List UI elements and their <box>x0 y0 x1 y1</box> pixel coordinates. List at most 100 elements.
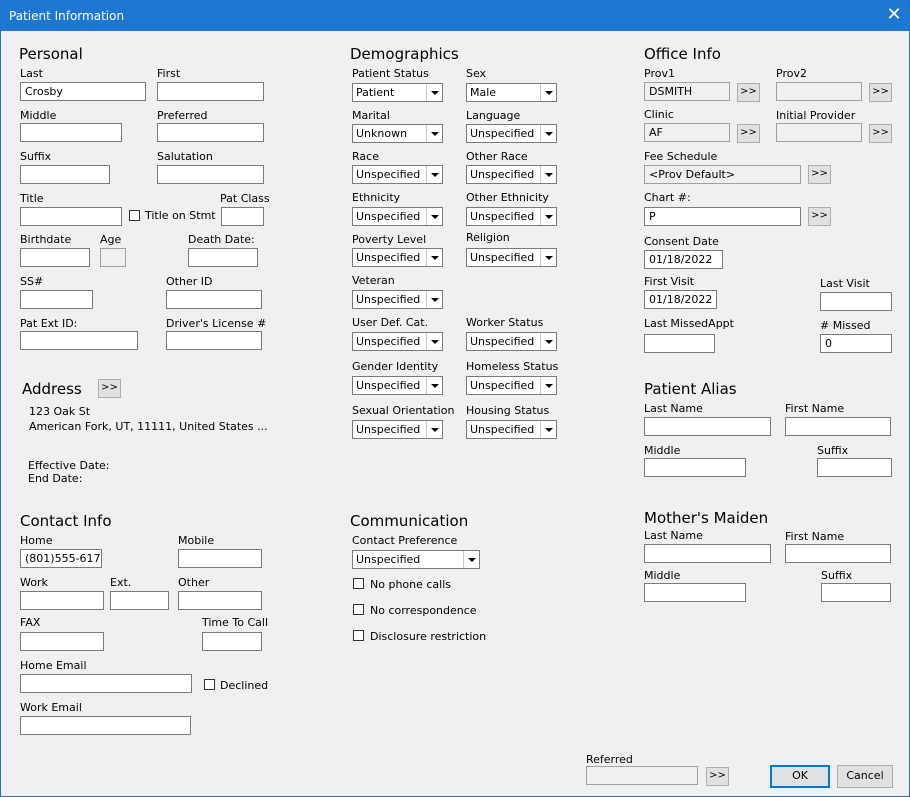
disclosure-restriction-checkbox[interactable] <box>353 630 364 641</box>
alias-first-name-input[interactable] <box>785 417 891 436</box>
referred-select-button[interactable]: >> <box>706 767 729 786</box>
other-id-input[interactable] <box>166 290 262 309</box>
initial-provider-label: Initial Provider <box>776 109 856 122</box>
pat-class-input[interactable] <box>221 207 264 226</box>
race-dropdown[interactable]: Unspecified <box>352 165 443 184</box>
last-missed-appt-input[interactable] <box>644 334 715 353</box>
title-input[interactable] <box>20 207 122 226</box>
time-to-call-input[interactable] <box>202 632 262 651</box>
mothers-maiden-heading: Mother's Maiden <box>644 509 769 527</box>
age-label: Age <box>100 233 122 246</box>
address-more-button[interactable]: >> <box>98 379 121 398</box>
contact-preference-dropdown[interactable]: Unspecified <box>352 550 480 569</box>
consent-date-input[interactable]: 01/18/2022 <box>644 250 723 269</box>
chart-number-input[interactable]: P <box>644 207 801 226</box>
maiden-first-name-input[interactable] <box>785 544 891 563</box>
salutation-input[interactable] <box>157 165 264 184</box>
maiden-last-name-label: Last Name <box>644 529 703 542</box>
preferred-name-input[interactable] <box>157 123 264 142</box>
prov1-field: DSMITH <box>644 82 730 101</box>
fee-schedule-select-button[interactable]: >> <box>808 165 831 184</box>
email-declined-checkbox[interactable] <box>204 679 215 690</box>
work-phone-input[interactable] <box>20 591 104 610</box>
last-visit-input[interactable] <box>820 292 892 311</box>
home-phone-input[interactable]: (801)555-6177 <box>20 549 102 568</box>
ssn-input[interactable] <box>20 290 93 309</box>
birthdate-label: Birthdate <box>20 233 72 246</box>
housing-status-dropdown[interactable]: Unspecified <box>466 420 557 439</box>
other-phone-input[interactable] <box>178 591 262 610</box>
middle-name-input[interactable] <box>20 123 122 142</box>
age-field <box>100 248 126 267</box>
first-visit-input[interactable]: 01/18/2022 <box>644 290 717 309</box>
no-correspondence-checkbox[interactable] <box>353 604 364 615</box>
alias-suffix-input[interactable] <box>817 458 892 477</box>
maiden-suffix-input[interactable] <box>821 583 891 602</box>
work-email-input[interactable] <box>20 716 191 735</box>
prov1-select-button[interactable]: >> <box>737 83 760 102</box>
religion-dropdown[interactable]: Unspecified <box>466 248 557 267</box>
other-race-dropdown[interactable]: Unspecified <box>466 165 557 184</box>
alias-middle-input[interactable] <box>644 458 746 477</box>
alias-last-name-input[interactable] <box>644 417 771 436</box>
poverty-level-dropdown[interactable]: Unspecified <box>352 248 443 267</box>
suffix-input[interactable] <box>20 165 110 184</box>
declined-label: Declined <box>220 679 269 692</box>
address-line1: 123 Oak St <box>29 405 91 418</box>
gender-identity-dropdown[interactable]: Unspecified <box>352 376 443 395</box>
prov2-select-button[interactable]: >> <box>869 83 892 102</box>
no-phone-calls-label: No phone calls <box>370 578 452 591</box>
maiden-last-name-input[interactable] <box>644 544 771 563</box>
birthdate-input[interactable] <box>20 248 90 267</box>
clinic-label: Clinic <box>644 108 674 121</box>
missed-count-label: # Missed <box>820 319 871 332</box>
chevron-down-icon <box>540 125 556 142</box>
chevron-down-icon <box>540 166 556 183</box>
sexual-orientation-dropdown[interactable]: Unspecified <box>352 420 443 439</box>
patient-status-dropdown[interactable]: Patient <box>352 83 443 102</box>
maiden-first-name-label: First Name <box>785 530 845 543</box>
missed-count-input[interactable]: 0 <box>820 334 892 353</box>
salutation-label: Salutation <box>157 150 213 163</box>
veteran-dropdown[interactable]: Unspecified <box>352 290 443 309</box>
first-name-input[interactable] <box>157 82 264 101</box>
worker-status-dropdown[interactable]: Unspecified <box>466 332 557 351</box>
fax-input[interactable] <box>20 632 104 651</box>
chart-number-button[interactable]: >> <box>808 207 831 226</box>
ok-button[interactable]: OK <box>770 765 830 788</box>
chevron-down-icon <box>426 208 442 225</box>
chart-number-label: Chart #: <box>644 191 691 204</box>
disclosure-restriction-label: Disclosure restriction <box>370 630 487 643</box>
homeless-status-label: Homeless Status <box>466 360 559 373</box>
homeless-status-dropdown[interactable]: Unspecified <box>466 376 557 395</box>
close-icon[interactable]: ✕ <box>879 1 909 31</box>
ext-input[interactable] <box>110 591 169 610</box>
maiden-middle-input[interactable] <box>644 583 746 602</box>
mobile-input[interactable] <box>178 549 262 568</box>
worker-status-label: Worker Status <box>466 316 544 329</box>
cancel-button[interactable]: Cancel <box>837 765 893 788</box>
prov1-label: Prov1 <box>644 67 675 80</box>
alias-first-name-label: First Name <box>785 402 845 415</box>
home-email-label: Home Email <box>20 659 87 672</box>
other-ethnicity-dropdown[interactable]: Unspecified <box>466 207 557 226</box>
ethnicity-dropdown[interactable]: Unspecified <box>352 207 443 226</box>
chevron-down-icon <box>426 249 442 266</box>
language-dropdown[interactable]: Unspecified <box>466 124 557 143</box>
pat-ext-id-input[interactable] <box>20 331 138 350</box>
title-on-stmt-checkbox[interactable] <box>129 210 140 221</box>
home-email-input[interactable] <box>20 674 192 693</box>
death-date-input[interactable] <box>188 248 258 267</box>
marital-label: Marital <box>352 109 390 122</box>
clinic-select-button[interactable]: >> <box>737 124 760 143</box>
last-name-input[interactable]: Crosby <box>20 82 146 101</box>
ssn-label: SS# <box>20 275 44 288</box>
sex-dropdown[interactable]: Male <box>466 83 557 102</box>
prov2-field <box>776 82 862 101</box>
drivers-license-input[interactable] <box>166 331 262 350</box>
user-def-cat-dropdown[interactable]: Unspecified <box>352 332 443 351</box>
ethnicity-label: Ethnicity <box>352 191 401 204</box>
marital-dropdown[interactable]: Unknown <box>352 124 443 143</box>
no-phone-calls-checkbox[interactable] <box>353 578 364 589</box>
initial-provider-select-button[interactable]: >> <box>869 124 892 143</box>
